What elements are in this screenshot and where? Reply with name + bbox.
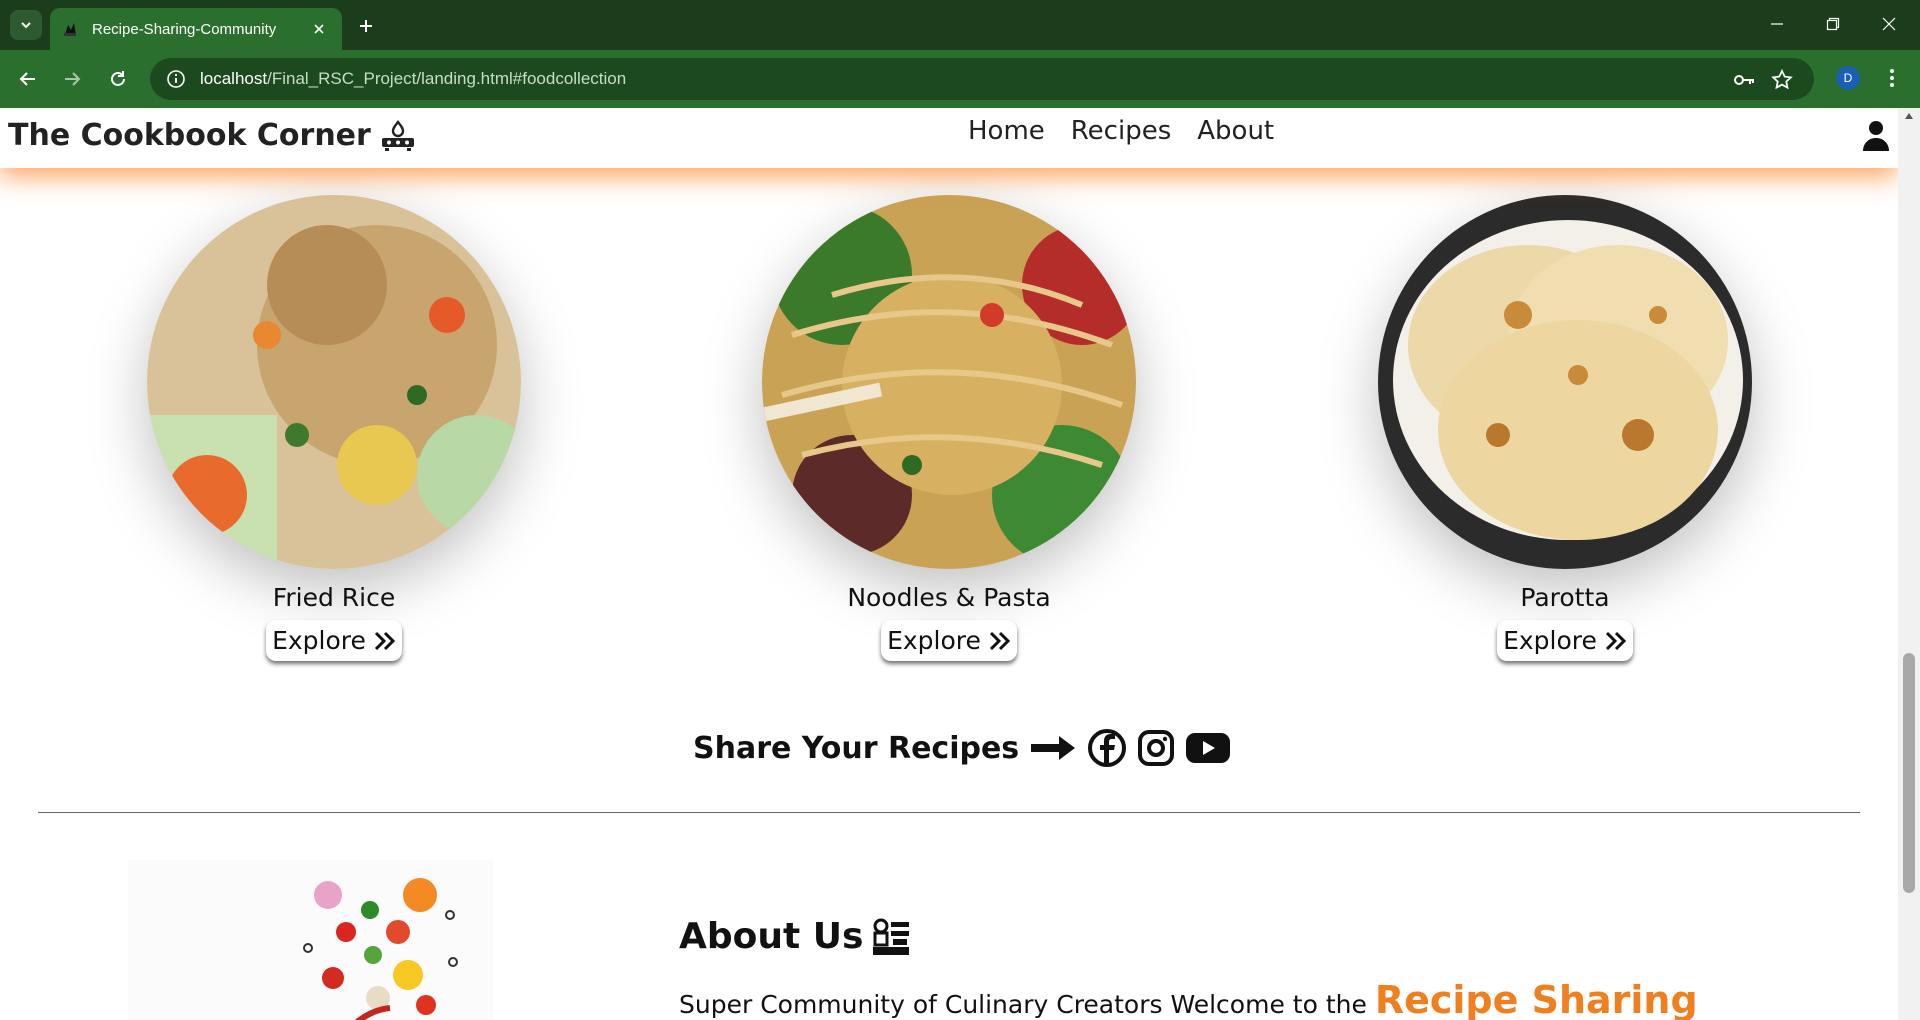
- food-name: Noodles & Pasta: [847, 583, 1051, 612]
- favicon-icon: [64, 23, 76, 36]
- user-icon[interactable]: [1862, 120, 1890, 152]
- scroll-up-icon[interactable]: [1904, 112, 1914, 120]
- share-label: Share Your Recipes: [693, 730, 1020, 766]
- nav-home[interactable]: Home: [968, 116, 1045, 146]
- noodles-image[interactable]: [762, 195, 1136, 569]
- close-icon: [1882, 17, 1896, 31]
- double-chevron-right-icon: [989, 631, 1011, 650]
- fried-rice-image[interactable]: [147, 195, 521, 569]
- brand-name: The Cookbook Corner: [8, 118, 371, 153]
- back-button[interactable]: [12, 63, 44, 95]
- food-name: Parotta: [1520, 583, 1610, 612]
- password-key-icon[interactable]: [1732, 68, 1756, 92]
- about-title: About Us: [679, 916, 911, 957]
- arrow-left-icon: [19, 72, 35, 86]
- chef-kitchen-icon: [873, 918, 910, 955]
- about-accent-text: Recipe Sharing: [1374, 978, 1698, 1020]
- browser-toolbar: localhost/Final_RSC_Project/landing.html…: [0, 50, 1920, 108]
- share-section: Share Your Recipes: [693, 728, 1231, 768]
- facebook-icon[interactable]: [1087, 728, 1127, 768]
- tab-search-button[interactable]: [10, 10, 42, 40]
- close-window-button[interactable]: [1866, 8, 1912, 40]
- profile-avatar[interactable]: D: [1836, 66, 1860, 90]
- food-card-noodles: Noodles & Pasta Explore: [739, 195, 1159, 661]
- page-viewport: The Cookbook Corner Home Recipes About F…: [0, 108, 1898, 1020]
- double-chevron-right-icon: [374, 631, 396, 650]
- plus-icon: [360, 20, 372, 32]
- explore-button[interactable]: Explore: [1497, 620, 1633, 661]
- browser-tab-bar: Recipe-Sharing-Community: [0, 0, 1920, 50]
- explore-label: Explore: [272, 626, 366, 655]
- minimize-button[interactable]: [1754, 8, 1800, 40]
- minimize-icon: [1771, 23, 1783, 25]
- site-header: The Cookbook Corner Home Recipes About: [0, 108, 1898, 168]
- reload-button[interactable]: [102, 63, 134, 95]
- food-card-parotta: Parotta Explore: [1355, 195, 1775, 661]
- tab-title: Recipe-Sharing-Community: [92, 20, 277, 38]
- double-chevron-right-icon: [1605, 631, 1627, 650]
- section-divider: [38, 812, 1860, 813]
- cooking-pot-icon: [381, 119, 414, 151]
- address-bar[interactable]: localhost/Final_RSC_Project/landing.html…: [150, 58, 1814, 100]
- forward-button[interactable]: [56, 63, 88, 95]
- brand-logo[interactable]: The Cookbook Corner: [8, 118, 417, 153]
- chevron-down-icon: [21, 22, 31, 29]
- main-nav: Home Recipes About: [968, 116, 1274, 146]
- more-vertical-icon: [1890, 69, 1894, 87]
- explore-label: Explore: [1503, 626, 1597, 655]
- scrollbar-thumb[interactable]: [1903, 653, 1915, 893]
- about-heading: About Us: [679, 916, 864, 957]
- new-tab-button[interactable]: [352, 12, 380, 40]
- restore-button[interactable]: [1810, 8, 1856, 40]
- food-card-fried-rice: Fried Rice Explore: [124, 195, 544, 661]
- nav-recipes[interactable]: Recipes: [1071, 116, 1171, 146]
- page-scrollbar[interactable]: [1898, 108, 1920, 1020]
- nav-about[interactable]: About: [1197, 116, 1274, 146]
- vegetables-image: [128, 860, 494, 1020]
- url-path: /Final_RSC_Project/landing.html#foodcoll…: [267, 69, 627, 88]
- youtube-icon[interactable]: [1185, 731, 1231, 765]
- browser-menu-button[interactable]: [1880, 62, 1904, 94]
- about-description: Super Community of Culinary Creators Wel…: [679, 978, 1698, 1020]
- site-info-icon[interactable]: [166, 69, 186, 89]
- instagram-icon[interactable]: [1137, 729, 1175, 767]
- restore-icon: [1826, 17, 1840, 31]
- explore-label: Explore: [887, 626, 981, 655]
- arrow-right-icon: [65, 72, 81, 86]
- browser-tab[interactable]: Recipe-Sharing-Community: [50, 8, 342, 50]
- arrow-right-icon: [1031, 736, 1076, 760]
- about-text: Super Community of Culinary Creators Wel…: [679, 990, 1367, 1019]
- explore-button[interactable]: Explore: [881, 620, 1017, 661]
- url-host: localhost: [200, 69, 268, 88]
- close-tab-icon[interactable]: [308, 18, 330, 40]
- food-name: Fried Rice: [272, 583, 396, 612]
- bookmark-star-icon[interactable]: [1770, 68, 1794, 92]
- reload-icon: [111, 71, 125, 86]
- parotta-image[interactable]: [1378, 195, 1752, 569]
- explore-button[interactable]: Explore: [266, 620, 402, 661]
